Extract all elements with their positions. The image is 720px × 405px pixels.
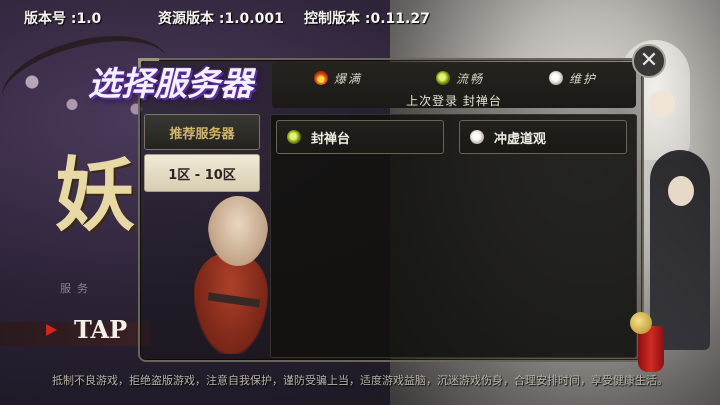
illustration-hair (208, 196, 268, 266)
background-character-face (649, 90, 675, 118)
background-character-face-2 (668, 176, 694, 206)
legend-hot-label: 爆满 (334, 71, 363, 86)
close-icon: ✕ (639, 48, 659, 73)
app-version: 版本号 :1.0 (24, 11, 102, 27)
legend-maintenance-label: 维护 (569, 71, 598, 86)
close-button[interactable]: ✕ (632, 44, 666, 78)
control-version: 控制版本 :0.11.27 (304, 11, 430, 27)
tab-zone-1-10[interactable]: 1区 - 10区 (144, 154, 260, 192)
dialog-title: 选择服务器 (88, 64, 253, 103)
server-status-smooth-icon (287, 130, 301, 144)
server-item-chongxudaoguan[interactable]: 冲虚道观 (459, 120, 627, 154)
health-gaming-notice: 抵制不良游戏，拒绝盗版游戏，注意自我保护，谨防受骗上当，适度游戏益脑，沉迷游戏伤… (52, 374, 668, 387)
play-arrow-icon (46, 324, 57, 336)
flame-status-icon (314, 71, 328, 85)
tap-to-start-text[interactable]: TAP (74, 316, 144, 344)
green-status-icon (436, 71, 450, 85)
server-status-maintenance-icon (470, 130, 484, 144)
version-bar: 版本号 :1.0 资源版本 :1.0.001 控制版本 :0.11.27 (0, 0, 720, 32)
server-item-fengchantai[interactable]: 封禅台 (276, 120, 444, 154)
last-login-text[interactable]: 上次登录 封禅台 (272, 92, 636, 108)
server-name: 冲虚道观 (494, 131, 547, 147)
resource-version: 资源版本 :1.0.001 (158, 11, 284, 27)
legend-hot: 爆满 (314, 70, 362, 86)
game-logo-subtitle: 服务 (60, 282, 94, 295)
game-logo: 妖 (55, 148, 135, 242)
tassel-knot-ornament (630, 312, 652, 334)
legend-smooth: 流畅 (436, 70, 484, 86)
server-name: 封禅台 (311, 131, 351, 147)
server-list-panel: 封禅台 冲虚道观 (270, 114, 637, 358)
dialog-illustration (148, 196, 268, 356)
white-status-icon (549, 71, 563, 85)
legend-maintenance: 维护 (549, 70, 597, 86)
legend-smooth-label: 流畅 (456, 71, 485, 86)
server-status-legend: 爆满 流畅 维护 上次登录 封禅台 (272, 62, 636, 108)
tab-recommended-servers[interactable]: 推荐服务器 (144, 114, 260, 150)
